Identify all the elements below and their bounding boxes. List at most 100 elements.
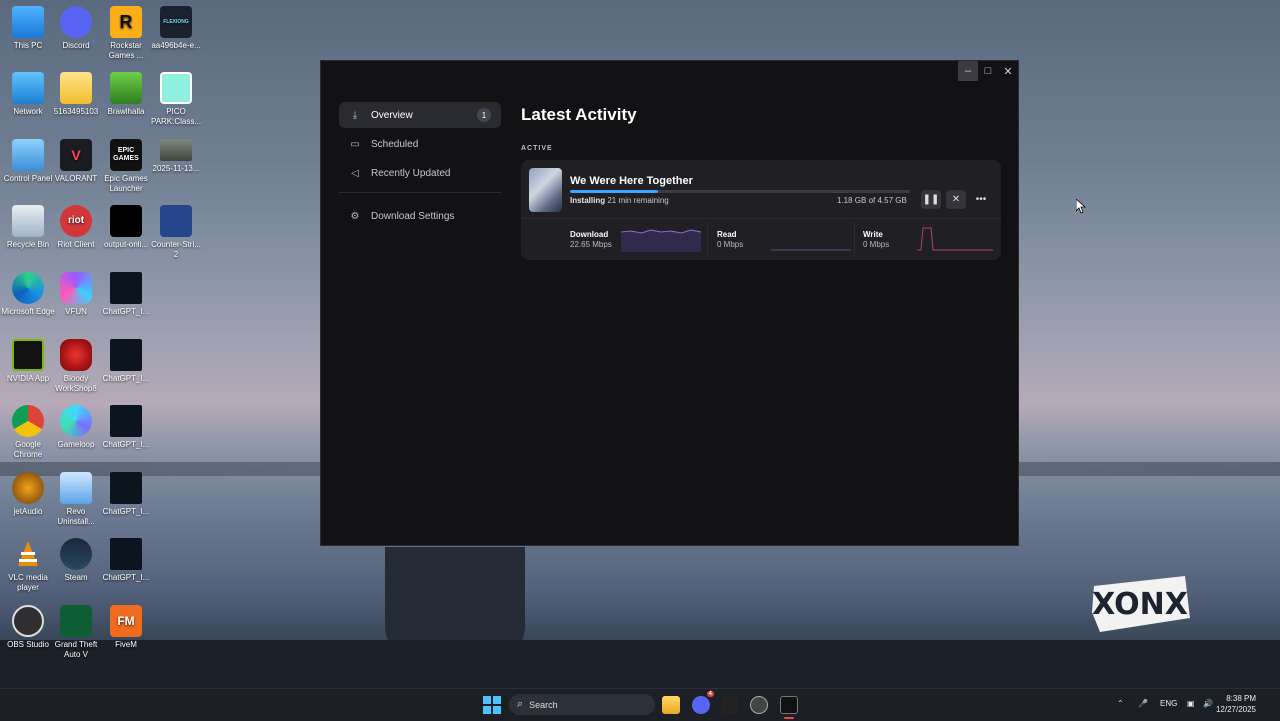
flexiong-icon: FLEXIONG — [160, 6, 192, 38]
desktop-icon-chatgpt-4[interactable]: ChatGPT_I... — [98, 472, 154, 517]
desktop-icon-steam[interactable]: Steam — [48, 538, 104, 583]
desktop-icon-aa496[interactable]: FLEXIONG aa496b4e-e... — [148, 6, 204, 51]
icon-label: 5163495103 — [53, 107, 99, 116]
desktop-icon-pico-park[interactable]: PICO PARK:Class... — [148, 72, 204, 127]
discord-taskbar-icon[interactable]: 4 — [692, 691, 714, 714]
mouse-cursor-icon — [1076, 199, 1086, 214]
main-panel: Latest Activity ACTIVE We Were Here Toge… — [521, 105, 1001, 260]
desktop-icon-chatgpt-1[interactable]: ChatGPT_I... — [98, 272, 154, 317]
epic-games-taskbar-icon[interactable] — [780, 696, 798, 714]
metric-value: 0 Mbps — [717, 240, 744, 249]
download-status: Installing 21 min remaining — [570, 196, 669, 205]
icon-label: VALORANT — [54, 174, 98, 183]
desktop-icon-chatgpt-5[interactable]: ChatGPT_I... — [98, 538, 154, 583]
more-icon: ••• — [975, 194, 987, 205]
read-sparkline — [771, 249, 851, 251]
sidebar-divider — [339, 192, 501, 193]
game-title[interactable]: We Were Here Together — [570, 175, 693, 187]
icon-label: ChatGPT_I... — [102, 573, 150, 582]
metric-label: Download — [570, 230, 609, 239]
desktop-icon-chatgpt-3[interactable]: ChatGPT_I... — [98, 405, 154, 450]
sidebar-item-label: Recently Updated — [371, 167, 451, 179]
valorant-icon: V — [60, 139, 92, 171]
desktop-icon-brawlhalla[interactable]: Brawlhalla — [98, 72, 154, 117]
desktop-icon-cs2[interactable]: Counter-Stri... 2 — [148, 205, 204, 260]
desktop-icon-folder[interactable]: 5163495103 — [48, 72, 104, 117]
download-icon: ⤓ — [352, 109, 358, 121]
icon-label: ChatGPT_I... — [102, 507, 150, 516]
app-taskbar-icon[interactable] — [750, 696, 768, 714]
pause-icon: ❚❚ — [922, 194, 940, 205]
audio-app-icon[interactable] — [721, 696, 739, 714]
desktop-icon-gta[interactable]: Grand Theft Auto V — [48, 605, 104, 660]
maximize-icon[interactable]: □ — [978, 61, 998, 81]
folder-icon — [60, 72, 92, 104]
svg-text:XONX: XONX — [1092, 587, 1188, 622]
metric-divider — [854, 222, 855, 258]
sidebar-item-overview[interactable]: ⤓ Overview 1 — [339, 102, 501, 128]
taskbar-search[interactable]: ⌕ Search — [509, 694, 655, 715]
microphone-icon[interactable]: 🎤 — [1138, 699, 1148, 708]
riot-icon: riot — [60, 205, 92, 237]
network-icon[interactable]: ▣ — [1187, 699, 1195, 708]
search-placeholder: Search — [529, 699, 558, 710]
cancel-button[interactable]: ✕ — [946, 190, 966, 209]
nvidia-icon — [12, 339, 44, 371]
desktop-icon-fivem[interactable]: FM FiveM — [98, 605, 154, 650]
epic-launcher-window: – □ ✕ ⤓ Overview 1 ▭ Scheduled ◁ Recentl… — [320, 60, 1019, 546]
icon-label: Revo Uninstall... — [57, 507, 95, 526]
card-divider — [521, 218, 1001, 219]
more-options-button[interactable]: ••• — [971, 190, 991, 209]
file-explorer-icon[interactable] — [662, 696, 680, 714]
close-icon[interactable]: ✕ — [998, 61, 1018, 81]
metric-value: 22.65 Mbps — [570, 240, 612, 249]
network-icon — [12, 72, 44, 104]
desktop-icon-bloody[interactable]: Bloody WorkShop8 — [48, 339, 104, 394]
pause-button[interactable]: ❚❚ — [921, 190, 941, 209]
gear-icon: ⚙ — [350, 210, 360, 222]
volume-icon[interactable]: 🔊 — [1203, 699, 1213, 708]
metric-divider — [707, 222, 708, 258]
gameloop-icon — [60, 405, 92, 437]
icon-label: ChatGPT_I... — [102, 440, 150, 449]
icon-label: Discord — [62, 41, 90, 50]
desktop-icon-revo[interactable]: Revo Uninstall... — [48, 472, 104, 527]
desktop-icon-rockstar[interactable]: R Rockstar Games ... — [98, 6, 154, 61]
desktop-icon-output[interactable]: output-onli... — [98, 205, 154, 250]
language-indicator[interactable]: ENG — [1160, 699, 1177, 708]
sidebar-item-recently-updated[interactable]: ◁ Recently Updated — [339, 160, 501, 186]
desktop-icon-epic[interactable]: EPIC GAMES Epic Games Launcher — [98, 139, 154, 194]
chrome-icon — [12, 405, 44, 437]
vlc-icon — [12, 538, 44, 570]
bloody-hand-icon — [60, 339, 92, 371]
image-thumbnail-icon — [110, 272, 142, 304]
icon-label: ChatGPT_I... — [102, 374, 150, 383]
desktop-icon-riot[interactable]: riot Riot Client — [48, 205, 104, 250]
notification-badge: 4 — [706, 691, 714, 697]
sidebar-item-download-settings[interactable]: ⚙ Download Settings — [339, 203, 501, 229]
counter-strike-icon — [160, 205, 192, 237]
shoreline — [0, 640, 1280, 690]
close-icon: ✕ — [951, 194, 961, 205]
desktop-icon-discord[interactable]: Discord — [48, 6, 104, 51]
active-app-indicator — [784, 717, 794, 719]
icon-label: 2025-11-13... — [152, 164, 200, 173]
minimize-icon[interactable]: – — [958, 61, 978, 81]
icon-label: aa496b4e-e... — [151, 41, 201, 50]
desktop-icon-2025-11-13[interactable]: 2025-11-13... — [148, 139, 204, 174]
clock[interactable]: 8:38 PM 12/27/2025 — [1216, 693, 1256, 715]
progress-fill — [570, 190, 659, 193]
sidebar-item-scheduled[interactable]: ▭ Scheduled — [339, 131, 501, 157]
calendar-icon: ▭ — [350, 138, 360, 150]
desktop-icon-gameloop[interactable]: Gameloop — [48, 405, 104, 450]
desktop-icon-chatgpt-2[interactable]: ChatGPT_I... — [98, 339, 154, 384]
image-thumbnail-icon — [160, 139, 192, 161]
icon-label: output-onli... — [103, 240, 149, 249]
game-thumbnail[interactable] — [529, 168, 562, 212]
desktop-icon-valorant[interactable]: V VALORANT — [48, 139, 104, 184]
progress-bar — [570, 190, 910, 193]
desktop-icon-vfun[interactable]: VFUN — [48, 272, 104, 317]
windows-start-icon[interactable] — [483, 696, 501, 714]
icon-label: Steam — [64, 573, 88, 582]
chevron-up-icon[interactable]: ⌃ — [1117, 699, 1124, 708]
